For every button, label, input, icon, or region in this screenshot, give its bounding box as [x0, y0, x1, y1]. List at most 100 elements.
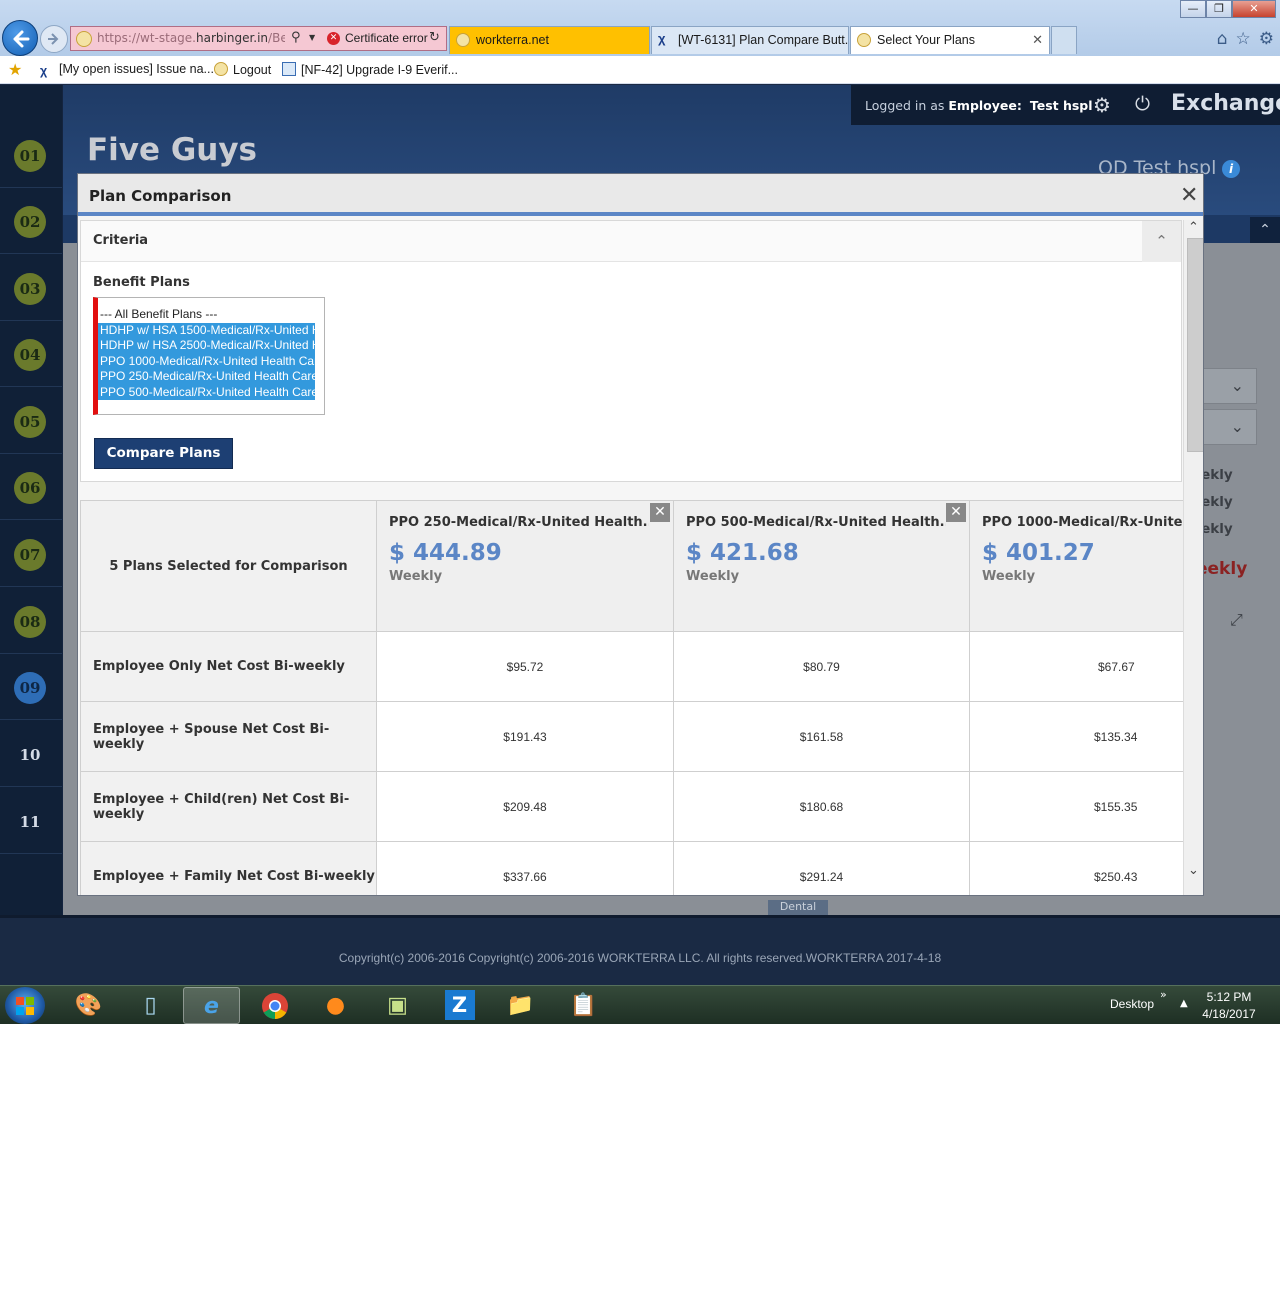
dropdown-icon[interactable]: ▼ [309, 33, 315, 42]
plan-option[interactable]: PPO 1000-Medical/Rx-United Health Care [98, 353, 315, 369]
cost-cell: $180.68 [673, 771, 970, 842]
search-icon[interactable]: ⚲ [291, 30, 301, 45]
compare-plans-button[interactable]: Compare Plans [94, 438, 233, 469]
step-08[interactable]: 08 [0, 588, 62, 654]
address-bar[interactable]: https://wt-stage.harbinger.in/BenAc ⚲ ▼ … [70, 26, 447, 51]
screen: https://wt-stage.harbinger.in/BenAc ⚲ ▼ … [0, 0, 1280, 1024]
plan-header: PPO 250-Medical/Rx-United Health... $ 44… [376, 500, 674, 632]
close-tab-icon[interactable]: ✕ [1032, 32, 1043, 48]
chrome-icon[interactable] [246, 987, 303, 1024]
close-icon[interactable]: ✕ [1180, 183, 1198, 208]
modal-title: Plan Comparison [89, 187, 232, 205]
plan-header: PPO 1000-Medical/Rx-United H $ 401.27 We… [969, 500, 1183, 632]
certificate-error-icon[interactable]: ✕ [327, 32, 340, 45]
step-01[interactable]: 01 [0, 122, 62, 188]
table-row: Employee + Child(ren) Net Cost Bi-weekly… [80, 771, 1183, 842]
refresh-icon[interactable]: ↻ [429, 30, 440, 45]
home-icon[interactable]: ⌂ [1217, 29, 1228, 49]
step-11[interactable]: 11 [0, 788, 62, 854]
site-icon [214, 62, 228, 76]
url-domain: harbinger.in [196, 31, 269, 45]
row-label: Employee + Family Net Cost Bi-weekly [80, 841, 377, 895]
zoom-app-icon[interactable]: Z [431, 987, 488, 1024]
cost-cell: $250.43 [969, 841, 1183, 895]
scroll-up-icon[interactable]: ⌃ [1188, 220, 1199, 235]
plan-option[interactable]: HDHP w/ HSA 2500-Medical/Rx-United Healt… [98, 338, 315, 354]
taskbar: 🎨 ▯ e ● ▣ Z 📁 📋 Desktop » ▲ 5:12 PM 4/18… [0, 985, 1280, 1024]
start-button[interactable] [5, 987, 45, 1024]
chevron-up-icon[interactable]: ⌃ [1142, 221, 1181, 262]
favorite-link-logout[interactable]: Logout [214, 62, 271, 77]
new-tab-button[interactable] [1051, 26, 1077, 54]
step-07[interactable]: 07 [0, 521, 62, 587]
favorite-link-open-issues[interactable]: χ [My open issues] Issue na... [40, 62, 214, 78]
chevron-up-icon[interactable]: ⌃ [1250, 217, 1280, 243]
back-button[interactable] [2, 20, 38, 56]
step-06[interactable]: 06 [0, 454, 62, 520]
file-explorer-icon[interactable]: 📁 [492, 987, 549, 1024]
exchange-label[interactable]: Exchange [1171, 91, 1280, 116]
address-url[interactable]: https://wt-stage.harbinger.in/BenAc [97, 31, 285, 45]
favorites-star-icon[interactable]: ★ [8, 60, 22, 80]
tab-workterra[interactable]: workterra.net [449, 26, 650, 54]
clock-date[interactable]: 4/18/2017 [1192, 1007, 1266, 1021]
gear-icon[interactable]: ⚙ [1093, 93, 1111, 117]
sticky-notes-icon[interactable]: ▣ [369, 987, 426, 1024]
step-10[interactable]: 10 [0, 721, 62, 787]
step-number: 03 [14, 273, 46, 305]
cost-cell: $135.34 [969, 701, 1183, 772]
minimize-button[interactable]: — [1180, 0, 1206, 18]
plan-frequency: Weekly [389, 569, 443, 584]
cost-cell: $291.24 [673, 841, 970, 895]
plan-option[interactable]: PPO 500-Medical/Rx-United Health Care [98, 384, 315, 400]
plan-price: $ 421.68 [686, 540, 799, 566]
table-row: Employee + Spouse Net Cost Bi-weekly $19… [80, 701, 1183, 772]
tray-expand-icon[interactable]: ▲ [1180, 998, 1188, 1009]
notes-app-icon[interactable]: ▯ [122, 987, 179, 1024]
z-letter-icon: Z [444, 990, 475, 1020]
logged-in-text: Logged in as Employee: Test hspl [865, 98, 1093, 113]
scroll-down-icon[interactable]: ⌄ [1188, 863, 1199, 878]
criteria-header[interactable]: Criteria ⌃ [81, 221, 1181, 262]
tab-select-plans[interactable]: Select Your Plans ✕ [850, 26, 1050, 54]
power-icon[interactable]: ⏻ [1135, 93, 1150, 115]
clipboard-app-icon[interactable]: 📋 [555, 987, 612, 1024]
chevron-right-icon[interactable]: » [1160, 988, 1167, 1001]
step-09[interactable]: 09 [0, 654, 62, 720]
scroll-thumb[interactable] [1187, 238, 1203, 452]
forward-button[interactable] [40, 25, 68, 53]
step-rail: 01 02 03 04 05 06 07 08 09 10 11 [0, 85, 62, 915]
cost-cell: $155.35 [969, 771, 1183, 842]
paint-app-icon[interactable]: 🎨 [60, 987, 117, 1024]
plan-name: PPO 500-Medical/Rx-United Health... [686, 515, 946, 530]
plan-option[interactable]: PPO 250-Medical/Rx-United Health Care [98, 369, 315, 385]
settings-gear-icon[interactable]: ⚙ [1259, 29, 1274, 49]
plan-name: PPO 1000-Medical/Rx-United H [982, 515, 1183, 530]
firefox-icon[interactable]: ● [307, 987, 364, 1024]
remove-plan-icon[interactable]: ✕ [650, 503, 670, 522]
step-02[interactable]: 02 [0, 188, 62, 254]
internet-explorer-icon[interactable]: e [183, 987, 240, 1024]
clock-time[interactable]: 5:12 PM [1192, 990, 1266, 1004]
plan-header: PPO 500-Medical/Rx-United Health... $ 42… [673, 500, 970, 632]
step-03[interactable]: 03 [0, 255, 62, 321]
benefit-plans-multiselect[interactable]: --- All Benefit Plans --- HDHP w/ HSA 15… [93, 297, 325, 415]
restore-button[interactable]: ❐ [1206, 0, 1232, 18]
plan-comparison-modal: Plan Comparison ✕ Criteria ⌃ Benefit Pla… [77, 173, 1204, 896]
modal-body: Criteria ⌃ Benefit Plans --- All Benefit… [78, 220, 1183, 895]
favorite-link-nf42[interactable]: [NF-42] Upgrade I-9 Everif... [282, 62, 458, 77]
favorites-star-icon[interactable]: ☆ [1236, 29, 1251, 49]
info-icon[interactable]: i [1222, 160, 1240, 178]
certificate-error-label[interactable]: Certificate error [345, 31, 428, 45]
plan-option-all[interactable]: --- All Benefit Plans --- [98, 307, 315, 323]
step-04[interactable]: 04 [0, 321, 62, 387]
user-bar: Logged in as Employee: Test hspl ⚙ ⏻ Exc… [851, 85, 1280, 125]
desktop-toolbar-label[interactable]: Desktop [1110, 997, 1154, 1011]
remove-plan-icon[interactable]: ✕ [946, 503, 966, 522]
tab-label: workterra.net [476, 33, 549, 47]
plan-option[interactable]: HDHP w/ HSA 1500-Medical/Rx-United Healt… [98, 322, 315, 338]
modal-scrollbar[interactable]: ⌃ ⌄ [1183, 220, 1203, 895]
close-window-button[interactable]: ✕ [1232, 0, 1276, 18]
step-05[interactable]: 05 [0, 388, 62, 454]
tab-jira-issue[interactable]: χ [WT-6131] Plan Compare Butt... [651, 26, 849, 54]
